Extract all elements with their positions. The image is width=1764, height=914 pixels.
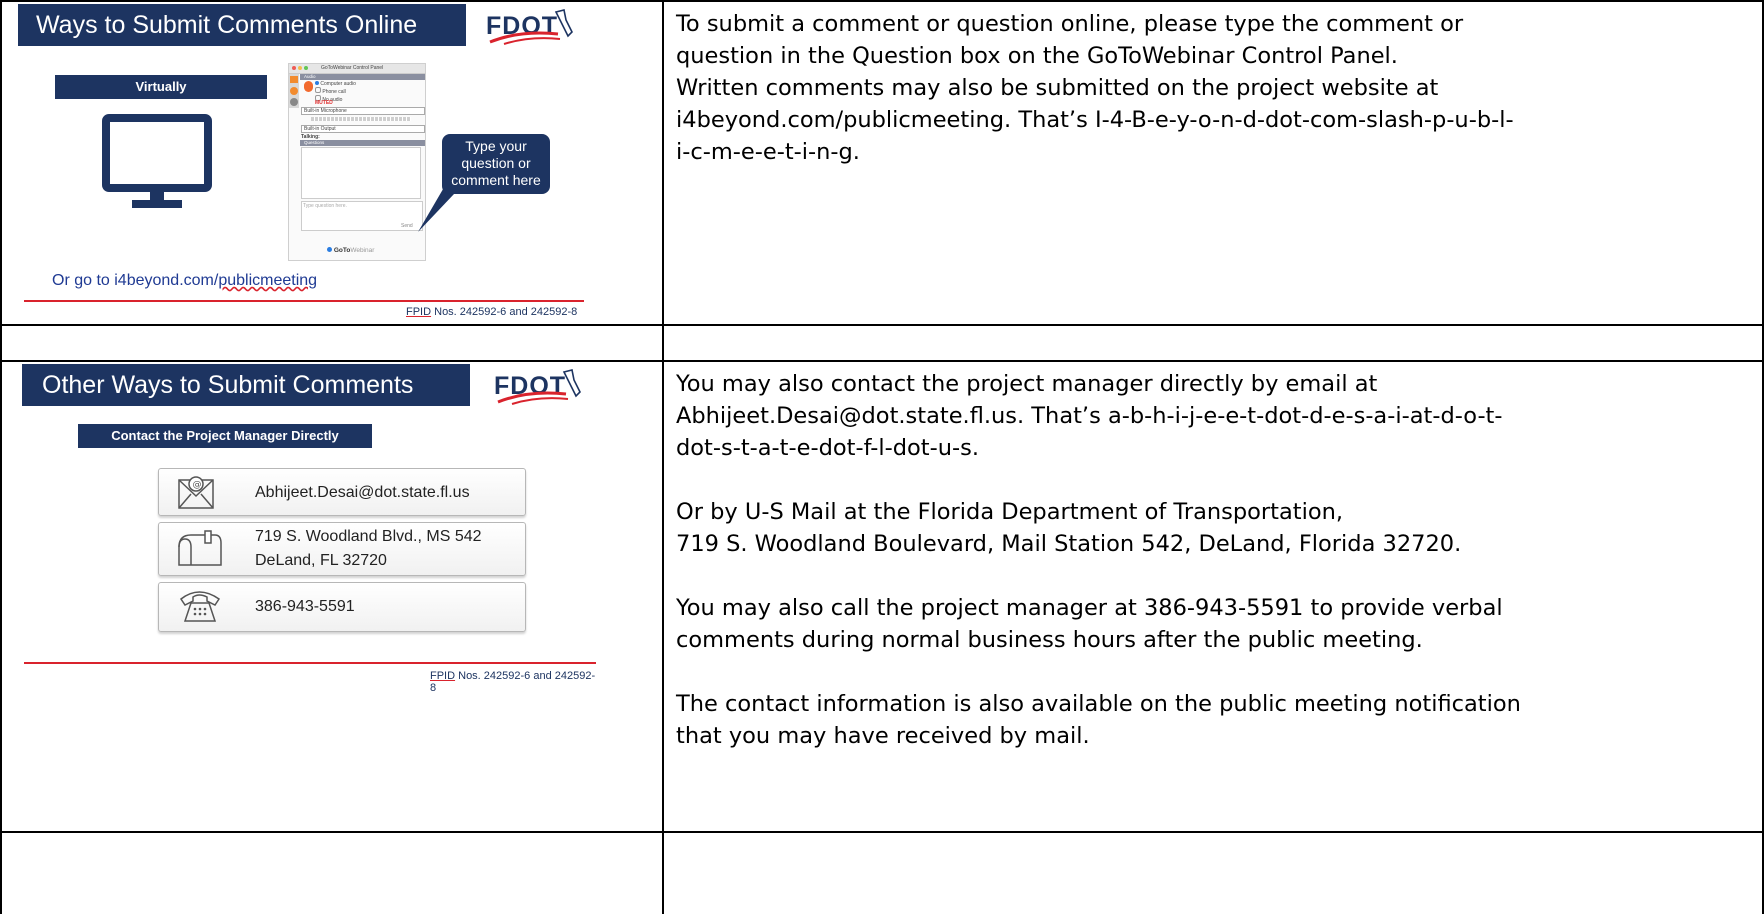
table-row-divider-3	[0, 831, 1764, 833]
slide-title: Ways to Submit Comments Online	[36, 11, 418, 39]
gotowebinar-brand: GoToWebinar	[327, 247, 374, 254]
gotowebinar-logo-icon	[327, 247, 332, 252]
florida-outline-icon	[489, 9, 573, 45]
muted-label: MUTED	[315, 100, 333, 106]
callout-bubble: Type your question or comment here	[442, 134, 550, 194]
contact-address-line1: 719 S. Woodland Blvd., MS 542	[255, 528, 482, 545]
settings-icon	[290, 98, 298, 106]
contact-phone: 386-943-5591	[255, 598, 355, 615]
contact-address-line2: DeLand, FL 32720	[255, 552, 387, 569]
contact-phone-row: 386-943-5591	[158, 582, 526, 632]
fpid-footer: FPID Nos. 242592-6 and 242592-8	[406, 306, 578, 318]
table-row-divider-2	[0, 360, 1764, 362]
slide-ways-to-submit-online: Ways to Submit Comments Online FDOT Virt…	[18, 4, 586, 320]
hand-raise-icon	[290, 87, 298, 95]
mute-mic-icon	[304, 81, 313, 92]
email-envelope-icon: @	[178, 476, 214, 509]
contact-address-row: 719 S. Woodland Blvd., MS 542 DeLand, FL…	[158, 522, 526, 576]
slide-other-ways-to-submit: Other Ways to Submit Comments FDOT Conta…	[22, 364, 598, 694]
send-button: Send	[401, 223, 413, 229]
narration-online-comments: To submit a comment or question online, …	[676, 11, 1514, 165]
table-border-left	[0, 0, 2, 914]
narration-other-ways: You may also contact the project manager…	[676, 371, 1521, 749]
questions-header: Questions	[300, 140, 425, 146]
mic-level-meter	[311, 117, 411, 121]
slide-title-bar: Ways to Submit Comments Online	[18, 4, 466, 46]
virtually-label: Virtually	[55, 75, 267, 99]
slide-footer-line	[24, 662, 596, 664]
telephone-icon	[179, 591, 221, 622]
svg-text:@: @	[193, 480, 202, 490]
website-link[interactable]: Or go to i4beyond.com/publicmeeting	[52, 272, 317, 290]
audio-header: Audio	[300, 74, 425, 80]
panel-titlebar: GoToWebinar Control Panel	[289, 64, 425, 74]
minimize-dot-icon	[298, 66, 302, 70]
zoom-dot-icon	[304, 66, 308, 70]
panel-side-tools	[289, 74, 299, 108]
microphone-select: Built-in Microphone	[301, 107, 425, 115]
slide-footer-line	[24, 300, 584, 302]
fdot-logo: FDOT	[488, 366, 584, 406]
fdot-logo: FDOT	[480, 6, 576, 46]
table-row-divider-1	[0, 324, 1764, 326]
contact-email: Abhijeet.Desai@dot.state.fl.us	[255, 484, 470, 501]
share-icon	[290, 76, 298, 83]
contact-label: Contact the Project Manager Directly	[78, 424, 372, 448]
computer-monitor-icon	[102, 114, 212, 208]
slide-title: Other Ways to Submit Comments	[42, 371, 414, 399]
output-select: Built-in Output	[301, 125, 425, 133]
mailbox-icon	[178, 530, 222, 566]
slide-title-bar: Other Ways to Submit Comments	[22, 364, 470, 406]
table-column-divider	[662, 0, 664, 914]
fpid-footer: FPID Nos. 242592-6 and 242592-8	[430, 670, 596, 694]
contact-email-row: @ Abhijeet.Desai@dot.state.fl.us	[158, 468, 526, 516]
questions-log	[301, 147, 421, 199]
close-dot-icon	[292, 66, 296, 70]
florida-outline-icon	[497, 369, 581, 405]
table-border-top	[0, 0, 1764, 2]
gotowebinar-control-panel: GoToWebinar Control Panel Audio Computer…	[288, 63, 426, 261]
